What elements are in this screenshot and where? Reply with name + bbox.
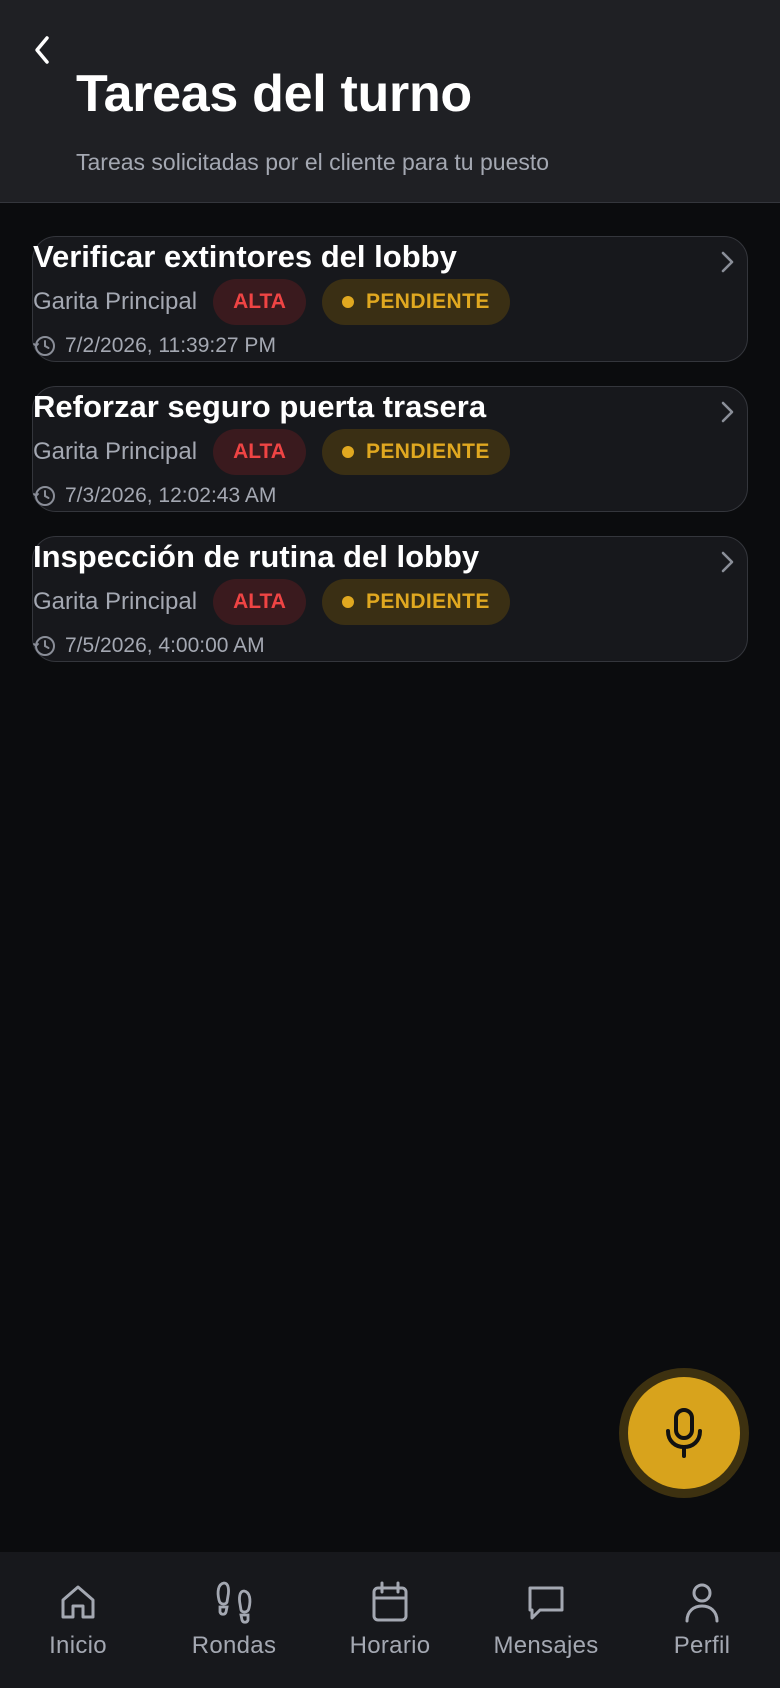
status-label: PENDIENTE [365,290,490,313]
task-title: Verificar extintores del lobby [33,239,457,274]
task-meta: Garita Principal ALTA PENDIENTE [33,279,510,325]
status-badge: PENDIENTE [321,279,510,325]
clock-icon [33,334,57,358]
chevron-right-icon [721,401,734,423]
task-card[interactable]: Verificar extintores del lobby Garita Pr… [32,236,748,362]
clock-icon [33,484,57,508]
task-datetime: 7/3/2026, 12:02:43 AM [65,484,277,507]
priority-badge: ALTA [213,429,306,475]
nav-item-perfil[interactable]: Perfil [624,1552,780,1688]
task-location: Garita Principal [33,588,198,615]
microphone-icon [666,1408,702,1458]
task-meta: Garita Principal ALTA PENDIENTE [33,579,510,625]
priority-badge: ALTA [213,279,306,325]
user-icon [680,1580,724,1624]
back-button[interactable] [26,30,58,70]
status-badge: PENDIENTE [321,429,510,475]
chevron-right-icon [721,251,734,273]
status-dot-icon [341,296,354,308]
task-card[interactable]: Inspección de rutina del lobby Garita Pr… [32,536,748,662]
task-time: 7/3/2026, 12:02:43 AM [33,483,276,509]
page-subtitle: Tareas solicitadas por el cliente para t… [76,149,550,175]
status-dot-icon [341,446,354,458]
task-meta: Garita Principal ALTA PENDIENTE [33,429,510,475]
task-datetime: 7/2/2026, 11:39:27 PM [65,334,276,357]
nav-item-mensajes[interactable]: Mensajes [468,1552,624,1688]
nav-item-rondas[interactable]: Rondas [156,1552,312,1688]
chevron-right-icon [721,551,734,573]
priority-badge: ALTA [213,579,306,625]
nav-label: Mensajes [493,1632,599,1659]
task-datetime: 7/5/2026, 4:00:00 AM [65,634,265,657]
home-icon [56,1580,100,1624]
bottom-nav: Inicio Rondas Horario Mensajes Perfil [0,1552,780,1688]
nav-item-inicio[interactable]: Inicio [0,1552,156,1688]
task-title: Inspección de rutina del lobby [33,539,480,574]
nav-label: Rondas [191,1632,277,1659]
task-location: Garita Principal [33,438,198,465]
task-card[interactable]: Reforzar seguro puerta trasera Garita Pr… [32,386,748,512]
voice-fab-button[interactable] [628,1377,740,1489]
message-icon [524,1580,568,1624]
calendar-icon [368,1580,412,1624]
status-label: PENDIENTE [365,590,490,613]
header: Tareas del turno Tareas solicitadas por … [0,0,780,203]
task-time: 7/5/2026, 4:00:00 AM [33,633,265,659]
nav-item-horario[interactable]: Horario [312,1552,468,1688]
nav-label: Perfil [673,1632,731,1659]
status-label: PENDIENTE [365,440,490,463]
task-list: Verificar extintores del lobby Garita Pr… [32,236,748,686]
status-dot-icon [341,596,354,608]
chevron-left-icon [35,36,49,64]
footprints-icon [212,1580,256,1624]
task-title: Reforzar seguro puerta trasera [33,389,487,424]
task-time: 7/2/2026, 11:39:27 PM [33,333,276,359]
nav-label: Horario [349,1632,431,1659]
nav-label: Inicio [49,1632,107,1659]
status-badge: PENDIENTE [321,579,510,625]
clock-icon [33,634,57,658]
page-title: Tareas del turno [76,65,472,123]
task-location: Garita Principal [33,288,198,315]
